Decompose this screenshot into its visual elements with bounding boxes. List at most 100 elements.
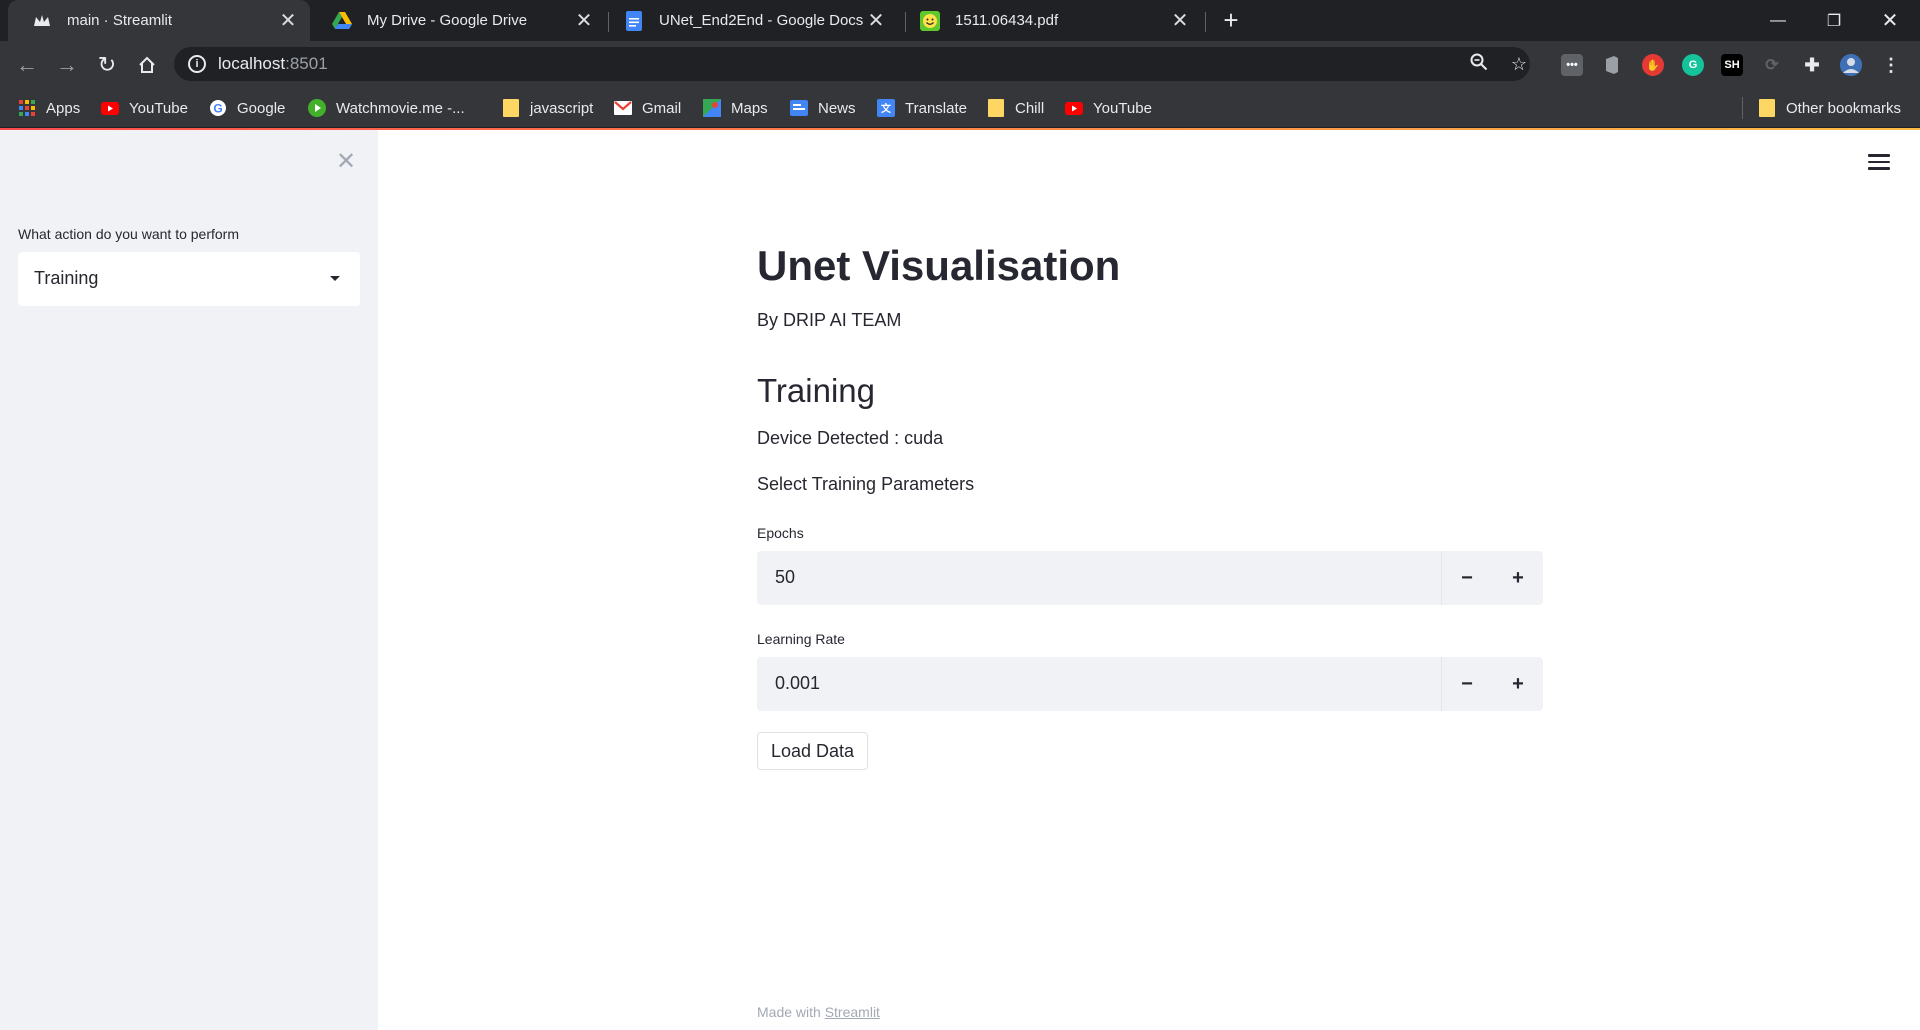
new-tab-plus-icon[interactable]: +: [1218, 7, 1244, 34]
translate-icon: 文: [877, 99, 895, 117]
bookmark-label: News: [818, 99, 856, 117]
bookmark-label: Other bookmarks: [1786, 99, 1902, 117]
reload-icon[interactable]: ↻: [93, 51, 121, 79]
tab-streamlit[interactable]: main · Streamlit ✕: [8, 0, 310, 41]
learning-rate-input[interactable]: 0.001 − +: [757, 657, 1543, 711]
tab-google-docs[interactable]: UNet_End2End - Google Docs ✕: [600, 0, 898, 41]
tab-title: main · Streamlit: [67, 12, 173, 29]
folder-icon: [987, 99, 1005, 117]
chevron-down-icon: [330, 276, 340, 281]
bookmark-javascript[interactable]: javascript: [502, 97, 593, 119]
bookmark-youtube-2[interactable]: YouTube: [1065, 97, 1152, 119]
google-drive-icon: [332, 11, 352, 31]
youtube-icon: [101, 99, 119, 117]
action-select-label: What action do you want to perform: [18, 226, 239, 242]
bookmark-chill[interactable]: Chill: [987, 97, 1044, 119]
bookmarks-bar: Apps YouTube G Google Watchmovie.me -...…: [0, 88, 1920, 128]
home-icon[interactable]: [133, 51, 161, 79]
bookmark-label: Chill: [1015, 99, 1045, 117]
bookmark-label: YouTube: [129, 99, 188, 117]
tab-google-drive[interactable]: My Drive - Google Drive ✕: [308, 0, 606, 41]
bookmark-label: Apps: [46, 99, 81, 117]
news-icon: [790, 99, 808, 117]
byline: By DRIP AI TEAM: [757, 310, 902, 330]
back-arrow-icon[interactable]: ←: [13, 51, 41, 79]
page-title: Unet Visualisation: [757, 242, 1121, 289]
bookmark-label: Watchmovie.me -...: [336, 99, 465, 117]
site-info-icon[interactable]: i: [188, 55, 206, 73]
browser-toolbar: ← → ↻ i localhost:8501 ☆ ••• ✋ G SH ⟳ ✚ …: [0, 41, 1920, 88]
bookmark-watchmovie[interactable]: Watchmovie.me -...: [308, 97, 465, 119]
epochs-label: Epochs: [757, 525, 804, 541]
bookmark-google[interactable]: G Google: [209, 97, 285, 119]
close-tab-icon[interactable]: ✕: [864, 9, 888, 33]
folder-icon: [1758, 99, 1776, 117]
minimize-icon[interactable]: —: [1750, 0, 1806, 41]
device-text: Device Detected : cuda: [757, 428, 944, 448]
footer-text: Made with: [757, 1004, 825, 1020]
streamlit-crown-icon: [32, 11, 52, 31]
bookmark-maps[interactable]: Maps: [703, 97, 768, 119]
address-bar[interactable]: i localhost:8501 ☆: [174, 47, 1530, 81]
tab-pdf[interactable]: 1511.06434.pdf ✕: [896, 0, 1202, 41]
bookmark-translate[interactable]: 文 Translate: [877, 97, 967, 119]
extensions-puzzle-icon[interactable]: ✚: [1801, 54, 1823, 76]
extension-sync-icon[interactable]: ⟳: [1761, 54, 1783, 76]
extension-office-icon[interactable]: [1601, 54, 1623, 76]
bookmark-label: Translate: [905, 99, 967, 117]
close-tab-icon[interactable]: ✕: [276, 9, 300, 33]
load-data-button[interactable]: Load Data: [757, 732, 869, 770]
profile-avatar[interactable]: [1840, 54, 1862, 76]
learning-rate-label: Learning Rate: [757, 631, 845, 647]
forward-arrow-icon[interactable]: →: [53, 51, 81, 79]
bookmark-apps[interactable]: Apps: [18, 97, 80, 119]
tab-separator: [1205, 12, 1206, 32]
learning-rate-value: 0.001: [775, 673, 821, 693]
extension-sh-icon[interactable]: SH: [1721, 54, 1743, 76]
section-heading: Training: [757, 372, 875, 409]
tab-title: 1511.06434.pdf: [955, 12, 1059, 29]
bookmark-youtube[interactable]: YouTube: [101, 97, 188, 119]
footer: Made with Streamlit: [757, 1004, 880, 1020]
bookmark-label: javascript: [530, 99, 594, 117]
close-tab-icon[interactable]: ✕: [572, 9, 596, 33]
google-docs-icon: [624, 10, 644, 31]
url-text: localhost:8501: [218, 54, 328, 73]
youtube-icon: [1065, 99, 1083, 117]
bookmark-label: Maps: [731, 99, 768, 117]
bookmarks-separator: [1742, 97, 1743, 119]
apps-grid-icon: [18, 99, 36, 117]
extension-dots-icon[interactable]: •••: [1561, 54, 1583, 76]
params-text: Select Training Parameters: [757, 474, 975, 494]
google-icon: G: [209, 99, 227, 117]
pdf-smiley-icon: [920, 10, 940, 31]
hamburger-menu-icon[interactable]: [1868, 154, 1890, 172]
epochs-decrement-button[interactable]: −: [1442, 551, 1492, 605]
bookmark-label: YouTube: [1093, 99, 1152, 117]
folder-icon: [502, 99, 520, 117]
bookmark-other[interactable]: Other bookmarks: [1758, 97, 1901, 119]
bookmark-star-icon[interactable]: ☆: [1508, 53, 1530, 75]
browser-menu-icon[interactable]: ⋮: [1880, 54, 1902, 76]
close-tab-icon[interactable]: ✕: [1168, 9, 1192, 33]
extension-hand-icon[interactable]: ✋: [1642, 54, 1664, 76]
close-sidebar-icon[interactable]: ✕: [334, 150, 358, 174]
bookmark-gmail[interactable]: Gmail: [614, 97, 681, 119]
bookmark-news[interactable]: News: [790, 97, 856, 119]
restore-icon[interactable]: ❐: [1806, 0, 1862, 41]
maps-icon: [703, 99, 721, 117]
action-select[interactable]: Training: [18, 252, 360, 306]
epochs-input[interactable]: 50 − +: [757, 551, 1543, 605]
epochs-value: 50: [775, 567, 796, 587]
learning-rate-decrement-button[interactable]: −: [1442, 657, 1492, 711]
tab-title: My Drive - Google Drive: [367, 12, 528, 29]
play-icon: [308, 99, 326, 117]
epochs-increment-button[interactable]: +: [1493, 551, 1543, 605]
window-close-icon[interactable]: ✕: [1862, 0, 1918, 41]
svg-text:文: 文: [881, 102, 892, 115]
learning-rate-increment-button[interactable]: +: [1493, 657, 1543, 711]
zoom-icon[interactable]: [1468, 53, 1490, 75]
streamlit-link[interactable]: Streamlit: [825, 1004, 880, 1020]
grammarly-icon[interactable]: G: [1682, 54, 1704, 76]
gmail-icon: [614, 99, 632, 117]
